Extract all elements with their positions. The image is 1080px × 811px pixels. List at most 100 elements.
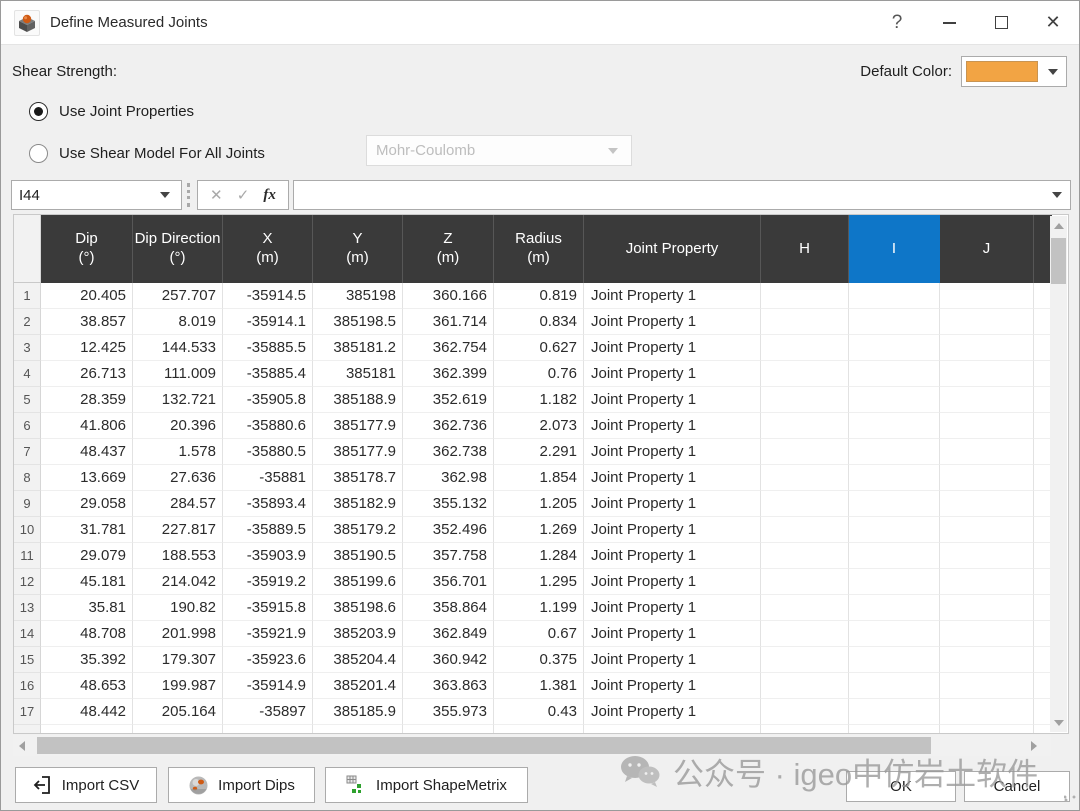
cell-j[interactable] (940, 595, 1034, 621)
cell-joint-property[interactable]: Joint Property 1 (584, 439, 761, 465)
scroll-left-icon[interactable] (13, 735, 31, 756)
cell-y[interactable]: 385199.6 (313, 569, 403, 595)
maximize-icon[interactable] (975, 1, 1027, 44)
cell-dip[interactable]: 48.442 (41, 699, 133, 725)
cell-y[interactable]: 385201.4 (313, 673, 403, 699)
cell-y[interactable]: 385204.4 (313, 647, 403, 673)
cell-dip[interactable]: 38.857 (41, 309, 133, 335)
cell-z[interactable]: 360.942 (403, 647, 494, 673)
cell-dip-direction[interactable]: 201.998 (133, 621, 223, 647)
cell-x[interactable]: -35881 (223, 465, 313, 491)
cell-joint-property[interactable]: Joint Property 1 (584, 543, 761, 569)
row-number[interactable]: 11 (14, 543, 41, 569)
help-icon[interactable]: ? (871, 1, 923, 44)
cell-x[interactable]: -35897 (223, 699, 313, 725)
cell-dip[interactable]: 28.359 (41, 387, 133, 413)
cell-j[interactable] (940, 673, 1034, 699)
cell-joint-property[interactable]: Joint Property 1 (584, 569, 761, 595)
cell-i[interactable] (849, 491, 940, 517)
cell-joint-property[interactable]: Joint Property 1 (584, 361, 761, 387)
column-header-dip[interactable]: Dip (°) (41, 215, 133, 283)
cell-h[interactable] (761, 387, 849, 413)
cell-y[interactable]: 385181 (313, 361, 403, 387)
cell-i[interactable] (849, 413, 940, 439)
cell-dip[interactable]: 48.708 (41, 621, 133, 647)
cell-joint-property[interactable]: Joint Property 1 (584, 283, 761, 309)
cell-dip-direction[interactable]: 205.164 (133, 699, 223, 725)
cell-x[interactable]: -35919.2 (223, 569, 313, 595)
cell-joint-property[interactable]: Joint Property 1 (584, 491, 761, 517)
cell-x[interactable]: -35914.1 (223, 309, 313, 335)
cell-joint-property[interactable]: Joint Property 1 (584, 517, 761, 543)
cell-i[interactable] (849, 309, 940, 335)
cell-joint-property[interactable]: Joint Property 1 (584, 465, 761, 491)
cell-y[interactable]: 385182.9 (313, 491, 403, 517)
cancel-entry-icon[interactable]: ✕ (210, 186, 223, 204)
horizontal-scroll-thumb[interactable] (37, 737, 931, 754)
cell-y[interactable]: 385190.5 (313, 543, 403, 569)
cell-z[interactable]: 362.399 (403, 361, 494, 387)
confirm-entry-icon[interactable]: ✓ (237, 186, 250, 204)
chevron-down-icon[interactable] (1048, 68, 1058, 75)
row-number[interactable]: 7 (14, 439, 41, 465)
cell-joint-property[interactable]: Joint Property 1 (584, 413, 761, 439)
column-header-x[interactable]: X (m) (223, 215, 313, 283)
cell-dip-direction[interactable]: 179.307 (133, 647, 223, 673)
cell-z[interactable]: 362.736 (403, 413, 494, 439)
cell-dip[interactable]: 35.81 (41, 595, 133, 621)
cell-j[interactable] (940, 283, 1034, 309)
horizontal-scrollbar[interactable] (13, 735, 1051, 756)
cell-j[interactable] (940, 361, 1034, 387)
cell-i[interactable] (849, 439, 940, 465)
column-header-j[interactable]: J (940, 215, 1034, 283)
cell-j[interactable] (940, 621, 1034, 647)
cell-i[interactable] (849, 673, 940, 699)
column-header-z[interactable]: Z (m) (403, 215, 494, 283)
cell-i[interactable] (849, 517, 940, 543)
cell-y[interactable]: 385178.7 (313, 465, 403, 491)
cell-z[interactable]: 362.754 (403, 335, 494, 361)
cell-h[interactable] (761, 309, 849, 335)
cell-h[interactable] (761, 621, 849, 647)
column-header-h[interactable]: H (761, 215, 849, 283)
cell-i[interactable] (849, 595, 940, 621)
cell-radius[interactable]: 1.205 (494, 491, 584, 517)
cell-y[interactable]: 385177.9 (313, 413, 403, 439)
import-csv-button[interactable]: Import CSV (15, 767, 157, 803)
cell-j[interactable] (940, 439, 1034, 465)
cell-joint-property[interactable]: Joint Property 1 (584, 335, 761, 361)
row-number[interactable]: 4 (14, 361, 41, 387)
cell-j[interactable] (940, 309, 1034, 335)
cell-dip-direction[interactable]: 227.817 (133, 517, 223, 543)
cell-i[interactable] (849, 699, 940, 725)
cell-dip-direction[interactable]: 214.042 (133, 569, 223, 595)
cell-x[interactable]: -35905.8 (223, 387, 313, 413)
row-number[interactable]: 15 (14, 647, 41, 673)
cell-x[interactable]: -35915.8 (223, 595, 313, 621)
cell-radius[interactable]: 0.834 (494, 309, 584, 335)
cell-h[interactable] (761, 283, 849, 309)
chevron-down-icon[interactable] (1052, 192, 1062, 198)
close-icon[interactable]: ✕ (1027, 1, 1079, 44)
cell-h[interactable] (761, 543, 849, 569)
cell-joint-property[interactable]: Joint Property 1 (584, 673, 761, 699)
cell-x[interactable]: -35885.5 (223, 335, 313, 361)
row-number[interactable]: 10 (14, 517, 41, 543)
scroll-down-icon[interactable] (1050, 714, 1067, 731)
cell-i[interactable] (849, 465, 940, 491)
row-number[interactable]: 6 (14, 413, 41, 439)
cell-dip-direction[interactable]: 257.707 (133, 283, 223, 309)
cell-h[interactable] (761, 465, 849, 491)
cell-radius[interactable]: 1.284 (494, 543, 584, 569)
row-number[interactable]: 17 (14, 699, 41, 725)
row-number[interactable]: 16 (14, 673, 41, 699)
column-header-y[interactable]: Y (m) (313, 215, 403, 283)
row-number[interactable]: 1 (14, 283, 41, 309)
cell-x[interactable]: -35880.5 (223, 439, 313, 465)
cell-dip-direction[interactable]: 132.721 (133, 387, 223, 413)
cell-dip[interactable]: 45.181 (41, 569, 133, 595)
cell-j[interactable] (940, 569, 1034, 595)
radio-use-shear-model[interactable]: Use Shear Model For All Joints (29, 144, 265, 163)
cell-i[interactable] (849, 621, 940, 647)
cell-z[interactable]: 352.496 (403, 517, 494, 543)
